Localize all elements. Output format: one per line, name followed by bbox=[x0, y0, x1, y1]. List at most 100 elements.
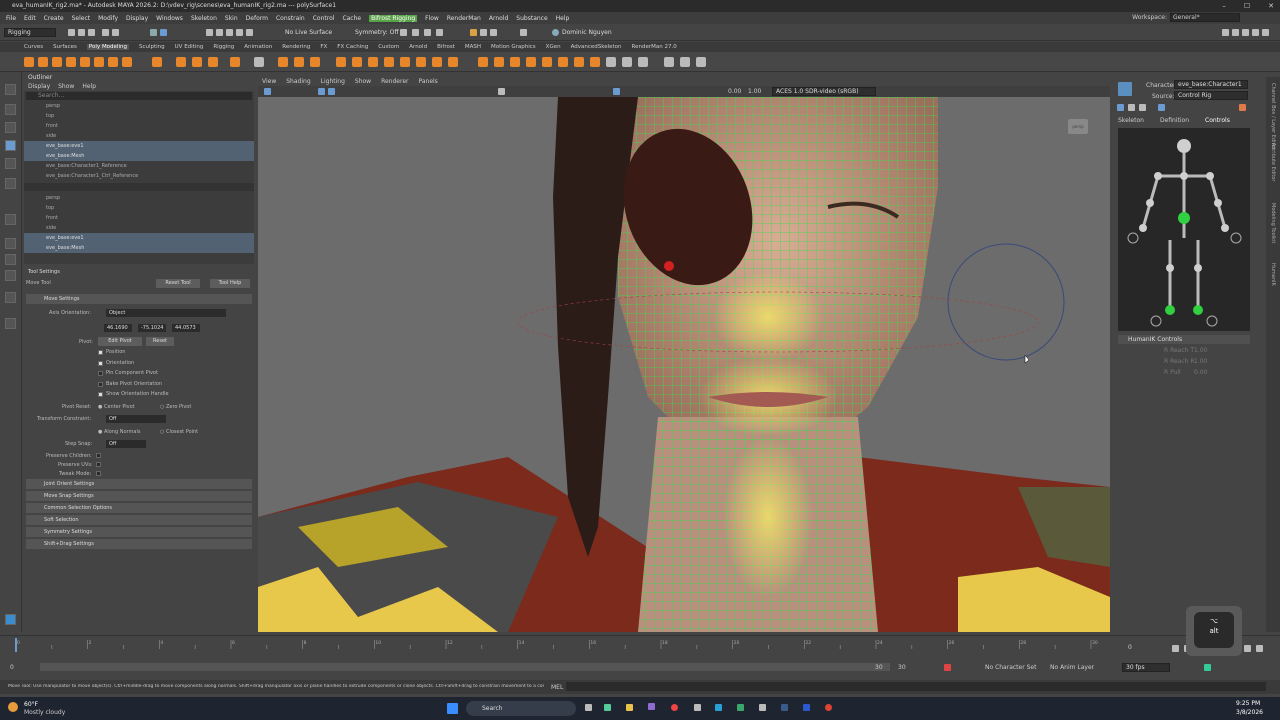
weather-icon[interactable] bbox=[8, 702, 18, 712]
center-pivot-radio[interactable]: ● Center Pivot bbox=[98, 404, 135, 410]
taskbar-search[interactable]: Search bbox=[466, 701, 576, 716]
clock-date[interactable]: 3/8/2026 bbox=[1236, 709, 1263, 716]
pinning-icon[interactable] bbox=[1158, 104, 1165, 111]
quad-draw-icon[interactable] bbox=[526, 57, 536, 67]
transform-constraint-dropdown[interactable]: Off bbox=[106, 415, 166, 423]
maximize-button[interactable]: ☐ bbox=[1244, 0, 1250, 12]
menu-renderman[interactable]: RenderMan bbox=[447, 15, 481, 22]
shelf-tab-curves[interactable]: Curves bbox=[24, 44, 43, 50]
layout-icon-4[interactable] bbox=[1252, 29, 1259, 36]
menu-skin[interactable]: Skin bbox=[225, 15, 238, 22]
viewport-menu-show[interactable]: Show bbox=[355, 78, 371, 85]
axis-z-field[interactable]: 44.0573 bbox=[172, 324, 200, 332]
range-end-inner[interactable]: 30 bbox=[875, 664, 883, 671]
section-symmetry-settings[interactable]: Symmetry Settings bbox=[26, 527, 252, 537]
shelf-tab-custom[interactable]: Custom bbox=[378, 44, 399, 50]
snap-curve-icon[interactable] bbox=[216, 29, 223, 36]
sweep-mesh-icon[interactable] bbox=[176, 57, 186, 67]
shelf-tab-sculpting[interactable]: Sculpting bbox=[139, 44, 165, 50]
menu-display[interactable]: Display bbox=[126, 15, 148, 22]
outliner-menu-display[interactable]: Display bbox=[28, 82, 50, 91]
collapse-icon[interactable] bbox=[448, 57, 458, 67]
shelf-tab-mash[interactable]: MASH bbox=[465, 44, 481, 50]
shelf-tab-poly-modeling[interactable]: Poly Modeling bbox=[86, 44, 129, 50]
humanik-controls-header[interactable]: HumanIK Controls bbox=[1118, 335, 1250, 344]
shelf-tab-animation[interactable]: Animation bbox=[244, 44, 272, 50]
playback-options-icon[interactable] bbox=[1204, 664, 1211, 671]
hik-hips-effector[interactable] bbox=[1178, 212, 1190, 224]
preserve-uvs-checkbox[interactable] bbox=[96, 462, 101, 467]
source-dropdown[interactable]: Control Rig bbox=[1174, 91, 1248, 100]
minimize-button[interactable]: – bbox=[1222, 0, 1226, 12]
fill-hole-icon[interactable] bbox=[400, 57, 410, 67]
range-slider[interactable]: 0 0 30 30 No Character Set No Anim Layer… bbox=[0, 660, 1280, 676]
view-cube[interactable]: persp bbox=[1068, 119, 1088, 134]
shelf-tab-bifrost[interactable]: Bifrost bbox=[437, 44, 455, 50]
target-weld-icon[interactable] bbox=[494, 57, 504, 67]
anim-layer-dropdown[interactable]: No Anim Layer bbox=[1050, 664, 1094, 671]
poly-pyramid-icon[interactable] bbox=[122, 57, 132, 67]
outliner-layout-icon[interactable] bbox=[5, 270, 16, 281]
viewport-menu-shading[interactable]: Shading bbox=[286, 78, 310, 85]
outliner-row[interactable]: persp bbox=[24, 101, 254, 111]
bridge-icon[interactable] bbox=[368, 57, 378, 67]
shelf-tab-motion-graphics[interactable]: Motion Graphics bbox=[491, 44, 536, 50]
shelf-tab-uv-editing[interactable]: UV Editing bbox=[175, 44, 204, 50]
outliner-row[interactable]: front bbox=[24, 213, 254, 223]
boolean-icon[interactable] bbox=[294, 57, 304, 67]
time-slider[interactable]: 0 2 4 6 8 10 12 14 16 18 20 22 24 26 28 30 0 bbox=[0, 635, 1280, 659]
arnold-render-icon[interactable] bbox=[470, 29, 477, 36]
outliner-row[interactable]: front bbox=[24, 121, 254, 131]
scale-tool-icon[interactable] bbox=[5, 178, 16, 189]
menu-deform[interactable]: Deform bbox=[246, 15, 268, 22]
axis-x-field[interactable]: 46.1690 bbox=[104, 324, 132, 332]
full-body-ik-icon[interactable] bbox=[1117, 104, 1124, 111]
smooth-icon[interactable] bbox=[278, 57, 288, 67]
clock-time[interactable]: 9:25 PM bbox=[1236, 700, 1260, 707]
select-tool-icon[interactable] bbox=[5, 84, 16, 95]
edge-loop-icon[interactable] bbox=[542, 57, 552, 67]
viewport-menu-view[interactable]: View bbox=[262, 78, 276, 85]
hik-right-knee[interactable] bbox=[1194, 264, 1202, 272]
file-explorer-icon[interactable] bbox=[626, 704, 633, 711]
hik-right-elbow[interactable] bbox=[1214, 199, 1222, 207]
poly-cone-icon[interactable] bbox=[66, 57, 76, 67]
hik-right-foot-pin[interactable] bbox=[1206, 315, 1218, 327]
snap-surface-icon[interactable] bbox=[246, 29, 253, 36]
menu-file[interactable]: File bbox=[6, 15, 16, 22]
outliner-row[interactable]: persp bbox=[24, 193, 254, 203]
outliner-row[interactable]: top bbox=[24, 111, 254, 121]
step-snap-dropdown[interactable]: Off bbox=[106, 440, 146, 448]
outliner-search-input[interactable]: Search... bbox=[26, 92, 252, 100]
shelf-tab-surfaces[interactable]: Surfaces bbox=[53, 44, 77, 50]
layout-icon-1[interactable] bbox=[1222, 29, 1229, 36]
range-bar[interactable] bbox=[40, 663, 890, 671]
snap-point-icon[interactable] bbox=[226, 29, 233, 36]
sew-uvs-icon[interactable] bbox=[680, 57, 690, 67]
outliner-row[interactable]: side bbox=[24, 131, 254, 141]
extrude-icon[interactable] bbox=[336, 57, 346, 67]
reset-tool-button[interactable]: Reset Tool bbox=[156, 279, 200, 288]
outliner-row[interactable]: side bbox=[24, 223, 254, 233]
snap-grid-icon[interactable] bbox=[206, 29, 213, 36]
teams-icon[interactable] bbox=[648, 703, 655, 710]
mirror-icon[interactable] bbox=[310, 57, 320, 67]
checkbox-pin-component-pivot[interactable] bbox=[98, 371, 103, 376]
triangulate-icon[interactable] bbox=[638, 57, 648, 67]
four-view-icon[interactable] bbox=[5, 254, 16, 265]
shelf-tab-renderman-27-0[interactable]: RenderMan 27.0 bbox=[632, 44, 677, 50]
range-start-field[interactable]: 0 bbox=[10, 664, 14, 671]
hik-right-shoulder[interactable] bbox=[1206, 172, 1214, 180]
shelf-tab-fx-caching[interactable]: FX Caching bbox=[337, 44, 368, 50]
shelf-tab-rendering[interactable]: Rendering bbox=[282, 44, 310, 50]
offset-edge-icon[interactable] bbox=[558, 57, 568, 67]
poly-disc-icon[interactable] bbox=[108, 57, 118, 67]
checkbox-bake-pivot-orientation[interactable] bbox=[98, 381, 103, 387]
user-name[interactable]: Dominic Nguyen bbox=[562, 29, 612, 36]
play-icon[interactable] bbox=[480, 29, 487, 36]
menu-substance[interactable]: Substance bbox=[516, 15, 547, 22]
character-set-dropdown[interactable]: No Character Set bbox=[985, 664, 1036, 671]
checkbox-show-orientation-handle[interactable] bbox=[98, 392, 103, 397]
isolate-select-icon[interactable] bbox=[318, 88, 325, 95]
weather-temp[interactable]: 60°F bbox=[24, 701, 38, 708]
